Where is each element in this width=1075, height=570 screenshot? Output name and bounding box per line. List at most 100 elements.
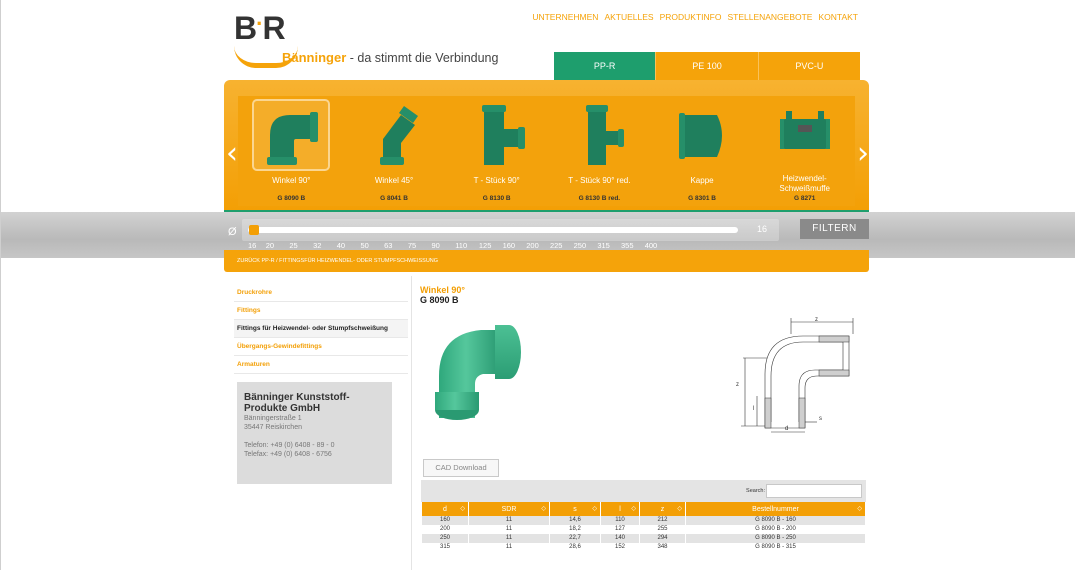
carousel-item-winkel-90[interactable]: Winkel 90° G 8090 B (240, 98, 343, 206)
sort-icon[interactable]: ◇ (592, 505, 597, 512)
cell-s: 18,2 (550, 525, 600, 534)
sort-icon[interactable]: ◇ (631, 505, 636, 512)
cell-z: 294 (640, 534, 685, 543)
cell-z: 348 (640, 543, 685, 552)
cell-bestellnummer: G 8090 B - 200 (686, 525, 865, 534)
diameter-slider[interactable]: 16 (242, 219, 779, 241)
cell-s: 14,6 (550, 516, 600, 525)
company-phone: Telefon: +49 (0) 6408 - 89 - 0 (244, 442, 335, 449)
nav-kontakt[interactable]: KONTAKT (818, 12, 858, 22)
slider-bar[interactable] (248, 227, 738, 233)
breadcrumb-bar: ZURÜCK PP-R / FITTINGSFÜR HEIZWENDEL- OD… (224, 250, 869, 272)
filter-button[interactable]: FILTERN (800, 219, 869, 239)
logo-tagline-text: - da stimmt die Verbindung (346, 51, 499, 65)
column-header-z[interactable]: z ◇ (640, 502, 685, 516)
cell-sdr: 11 (469, 534, 549, 543)
column-header-sdr[interactable]: SDR ◇ (469, 502, 549, 516)
cell-sdr: 11 (469, 516, 549, 525)
cell-l: 140 (601, 534, 639, 543)
tee-90-image (460, 101, 534, 169)
slider-tick: 200 (526, 241, 539, 250)
elbow-45-image (357, 101, 431, 169)
slider-tick: 125 (478, 241, 492, 250)
dimensions-table-wrapper: Search: d ◇ SDR ◇ s ◇ l ◇ z ◇ Bestellnummer ◇ … (421, 480, 866, 552)
electrofusion-coupler-image (768, 101, 842, 169)
column-header-l[interactable]: l ◇ (601, 502, 639, 516)
column-header-bestellnummer[interactable]: Bestellnummer ◇ (686, 502, 865, 516)
slider-tick: 75 (407, 241, 417, 250)
cad-download-button[interactable]: CAD Download (423, 459, 499, 477)
table-row: 315 11 28,6 152 348 G 8090 B - 315 (422, 543, 865, 552)
nav-unternehmen[interactable]: UNTERNEHMEN (532, 12, 598, 22)
tab-pe-100[interactable]: PE 100 (655, 52, 758, 80)
slider-tick: 355 (621, 241, 634, 250)
slider-tick: 400 (644, 241, 658, 250)
carousel-item-code: G 8130 B (482, 195, 511, 202)
slider-tick: 90 (431, 241, 440, 250)
dim-s: s (819, 416, 822, 422)
carousel-item-t-stueck-90[interactable]: T - Stück 90° G 8130 B (445, 98, 548, 206)
sort-icon[interactable]: ◇ (460, 505, 465, 512)
company-name: Bänninger Kunststoff-Produkte GmbH (244, 392, 350, 414)
sort-icon[interactable]: ◇ (541, 505, 546, 512)
carousel-item-heizwendel-schweissmuffe[interactable]: Heizwendel- Schweißmuffe G 8271 (753, 98, 856, 206)
slider-tick: 225 (549, 241, 563, 250)
carousel-item-code: G 8041 B (380, 195, 408, 202)
logo[interactable]: B·R Bänninger - da stimmt die Verbindung (234, 10, 498, 70)
nav-aktuelles[interactable]: AKTUELLES (604, 12, 653, 22)
cell-bestellnummer: G 8090 B - 250 (686, 534, 865, 543)
table-search-input[interactable] (766, 484, 862, 498)
diameter-symbol: Ø (228, 226, 237, 238)
carousel-item-code: G 8271 (794, 195, 816, 202)
nav-produktinfo[interactable]: PRODUKTINFO (660, 12, 722, 22)
slider-tick: 25 (289, 241, 298, 250)
slider-tick: 50 (360, 241, 369, 250)
sidebar-item-fittings-heizwendel[interactable]: Fittings für Heizwendel- oder Stumpfschw… (234, 320, 408, 338)
tab-pvc-u[interactable]: PVC-U (757, 52, 860, 80)
carousel-item-winkel-45[interactable]: Winkel 45° G 8041 B (343, 98, 446, 206)
chevron-right-icon[interactable]: › (857, 136, 869, 171)
cell-z: 212 (640, 516, 685, 525)
carousel-item-name: Kappe (690, 176, 714, 185)
product-code: G 8090 B (420, 295, 459, 305)
chevron-left-icon[interactable]: ‹ (226, 136, 238, 171)
cell-d: 250 (422, 534, 468, 543)
slider-tick: 16 (248, 241, 257, 250)
carousel-item-name: T - Stück 90° (473, 176, 520, 185)
dim-d: d (785, 426, 788, 432)
breadcrumb[interactable]: ZURÜCK PP-R / FITTINGSFÜR HEIZWENDEL- OD… (237, 258, 438, 264)
product-title: Winkel 90° (420, 285, 466, 295)
nav-stellenangebote[interactable]: STELLENANGEBOTE (727, 12, 812, 22)
sidebar-item-uebergangs-gewindefittings[interactable]: Übergangs-Gewindefittings (234, 338, 408, 356)
logo-mark: B·R (234, 10, 286, 46)
carousel-item-code: G 8130 B red. (578, 195, 621, 202)
cell-l: 127 (601, 525, 639, 534)
cell-s: 28,6 (550, 543, 600, 552)
logo-tagline: Bänninger - da stimmt die Verbindung (282, 50, 498, 65)
dim-l: l (753, 406, 754, 412)
sort-icon[interactable]: ◇ (677, 505, 682, 512)
cell-z: 255 (640, 525, 685, 534)
sort-icon[interactable]: ◇ (857, 505, 862, 512)
sidebar-item-armaturen[interactable]: Armaturen (234, 356, 408, 374)
cell-l: 152 (601, 543, 639, 552)
column-header-d[interactable]: d ◇ (422, 502, 468, 516)
slider-handle[interactable] (249, 225, 259, 235)
cell-d: 200 (422, 525, 468, 534)
sidebar-item-fittings[interactable]: Fittings (234, 302, 408, 320)
table-row: 160 11 14,6 110 212 G 8090 B - 160 (422, 516, 865, 525)
product-carousel: ‹ › Winkel 90° G 8090 B Winkel 45° G 804… (224, 80, 869, 216)
carousel-item-name: Winkel 90° (272, 176, 311, 185)
sidebar-item-druckrohre[interactable]: Druckrohre (234, 284, 408, 302)
table-row: 250 11 22,7 140 294 G 8090 B - 250 (422, 534, 865, 543)
header-label: z (660, 505, 665, 513)
slider-tick: 160 (502, 241, 516, 250)
carousel-item-kappe[interactable]: Kappe G 8301 B (651, 98, 754, 206)
carousel-item-t-stueck-90-red[interactable]: T - Stück 90° red. G 8130 B red. (548, 98, 651, 206)
column-header-s[interactable]: s ◇ (550, 502, 600, 516)
tab-pp-r[interactable]: PP-R (554, 52, 656, 80)
cell-bestellnummer: G 8090 B - 160 (686, 516, 865, 525)
carousel-item-name: Winkel 45° (374, 176, 414, 185)
slider-ticks: 16 20 25 32 40 50 63 75 90 110 125 160 2… (242, 241, 779, 250)
slider-tick: 20 (265, 241, 275, 250)
